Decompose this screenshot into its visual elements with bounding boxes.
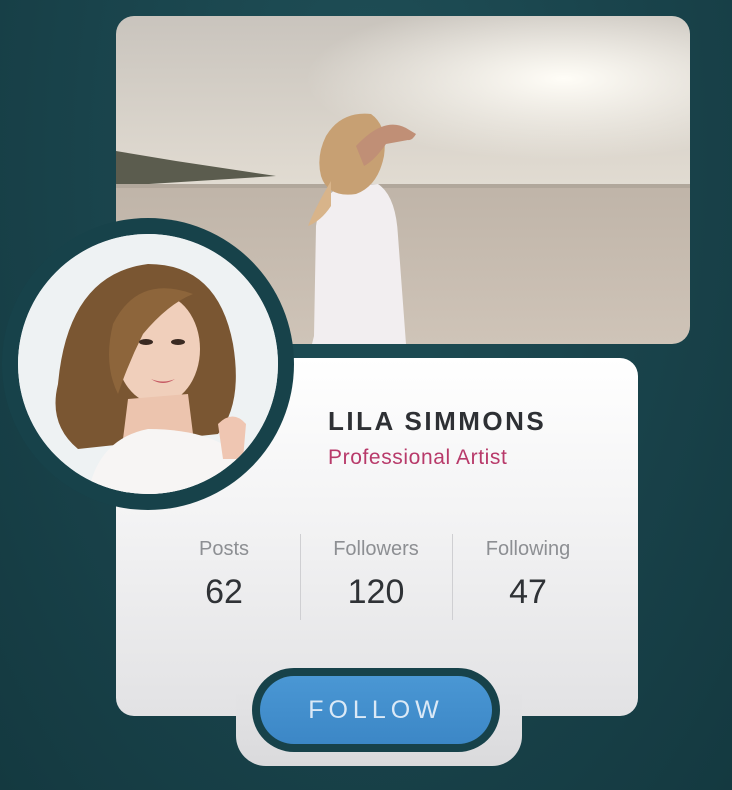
stat-value: 120 bbox=[347, 573, 405, 611]
stat-value: 47 bbox=[509, 573, 547, 611]
stat-value: 62 bbox=[205, 573, 243, 611]
stat-label: Posts bbox=[198, 538, 250, 560]
stat-label: Followers bbox=[333, 538, 419, 560]
stat-following[interactable]: Following 47 bbox=[452, 534, 604, 622]
stat-followers[interactable]: Followers 120 bbox=[300, 534, 452, 622]
stats-row: Posts 62 Followers 120 Following 47 bbox=[148, 534, 604, 622]
avatar[interactable] bbox=[18, 234, 278, 494]
stat-label: Following bbox=[485, 538, 571, 560]
profile-role: Professional Artist bbox=[328, 446, 508, 469]
profile-name: LILA SIMMONS bbox=[328, 406, 547, 436]
stat-posts[interactable]: Posts 62 bbox=[148, 534, 300, 622]
follow-button[interactable]: FOLLOW bbox=[260, 676, 492, 744]
